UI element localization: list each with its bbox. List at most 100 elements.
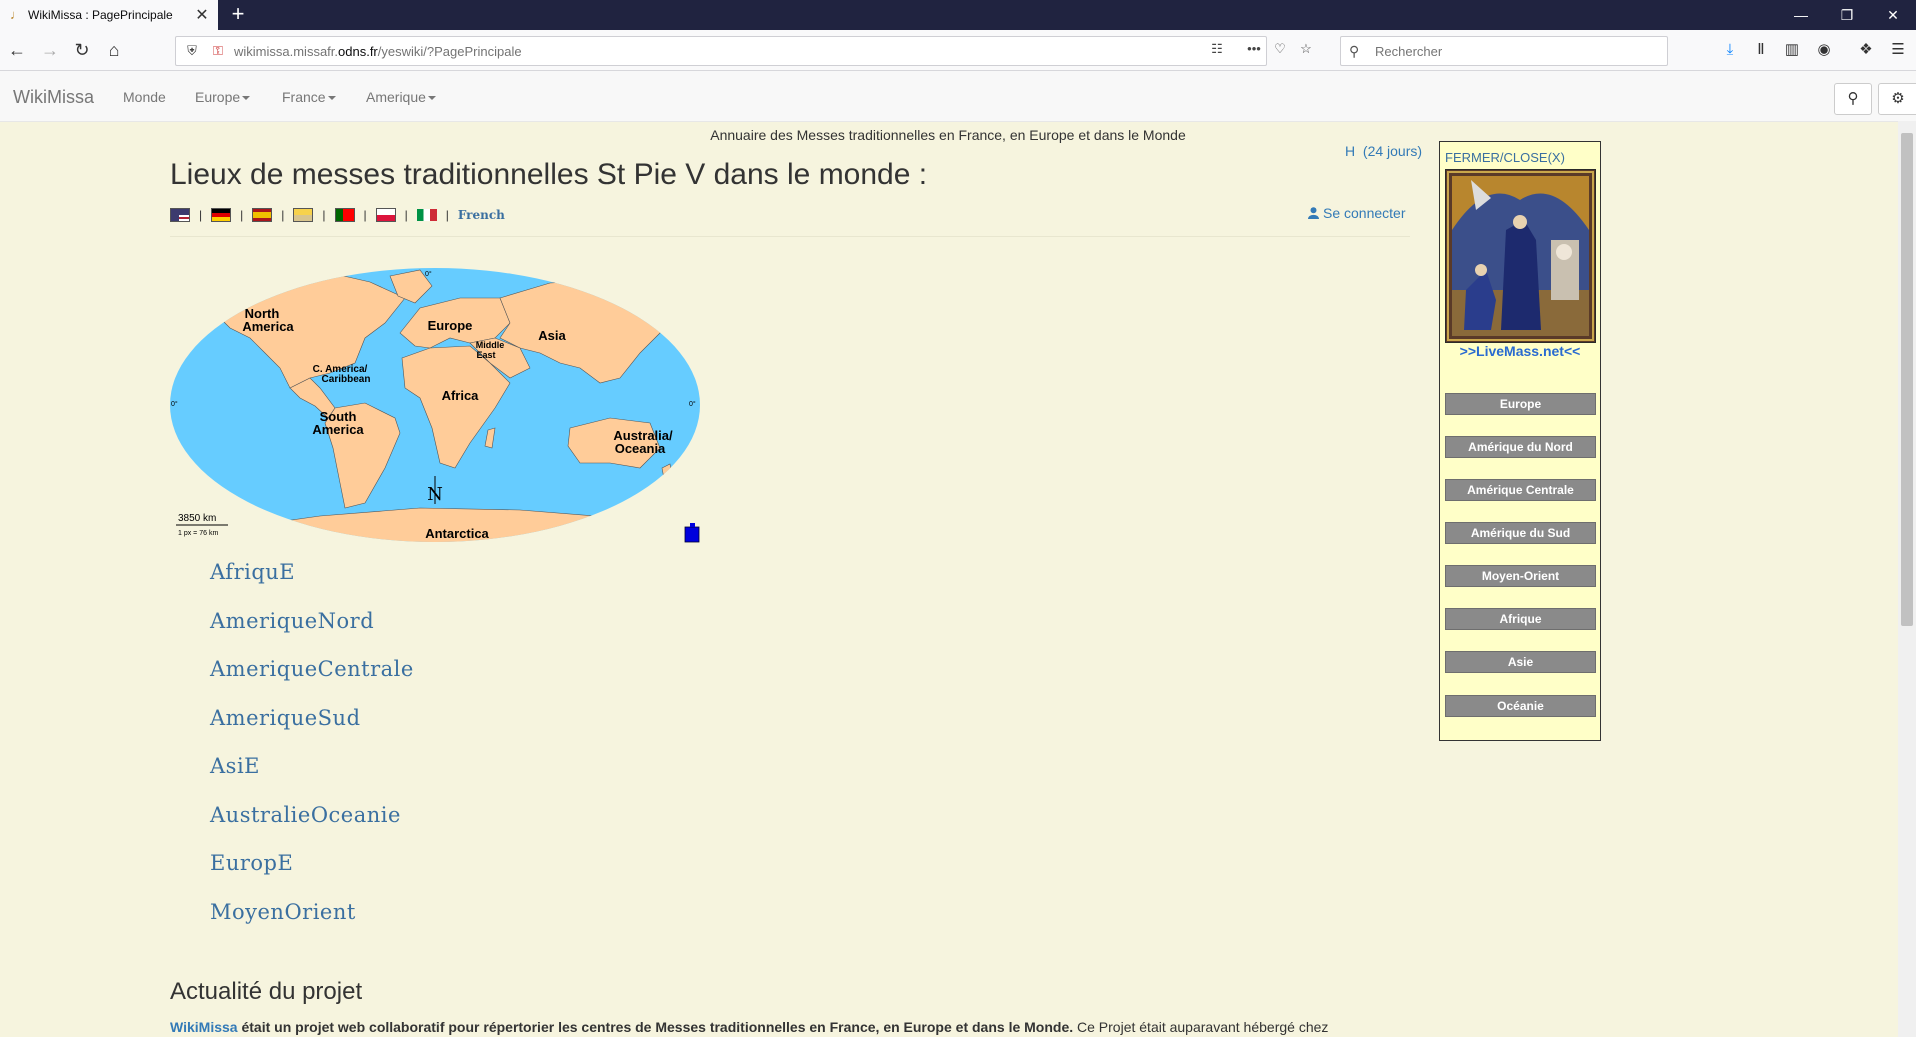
history-letter: H	[1345, 143, 1356, 159]
site-search-button[interactable]: ⚲	[1834, 83, 1872, 115]
map-label-africa: Africa	[442, 388, 480, 403]
page-actions-icon[interactable]: •••	[1243, 41, 1265, 61]
login-link[interactable]: Se connecter	[1308, 205, 1406, 221]
side-button-moyen-orient[interactable]: Moyen-Orient	[1445, 565, 1596, 587]
flag-separator: |	[199, 208, 203, 222]
library-icon[interactable]: Ⅱ	[1747, 37, 1775, 63]
downloads-icon[interactable]: ⤓	[1716, 37, 1744, 63]
menu-europe[interactable]: Europe	[195, 89, 251, 105]
menu-amerique[interactable]: Amerique	[366, 89, 436, 105]
caret-down-icon	[327, 96, 336, 101]
forward-button[interactable]: →	[36, 37, 64, 63]
scrollbar-thumb[interactable]	[1901, 133, 1913, 626]
flag-separator: |	[363, 208, 367, 222]
bookmark-star-icon[interactable]: ☆	[1295, 41, 1317, 61]
back-button[interactable]: ←	[3, 37, 31, 63]
browser-toolbar: ← → ↻ ⌂ ⛨ ⚿ wikimissa.missafr.odns.fr/ye…	[0, 30, 1916, 71]
flag-spain-icon[interactable]	[252, 208, 273, 222]
map-label-asia: Asia	[538, 328, 566, 343]
sidebar-icon[interactable]: ▥	[1778, 37, 1806, 63]
map-label-middle-east-1: Middle	[476, 340, 505, 350]
map-label-south-america-2: America	[312, 422, 364, 437]
history-days: (24 jours)	[1362, 143, 1423, 159]
map-print-icon[interactable]	[684, 523, 700, 543]
region-link-amerique-sud[interactable]: AmeriqueSud	[210, 706, 414, 755]
region-link-amerique-nord[interactable]: AmeriqueNord	[210, 609, 414, 658]
side-button-europe[interactable]: Europe	[1445, 393, 1596, 415]
caret-down-icon	[242, 96, 251, 101]
flag-poland-icon[interactable]	[375, 208, 396, 222]
site-brand[interactable]: WikiMissa	[13, 87, 94, 108]
region-link-asie[interactable]: AsiE	[210, 754, 414, 803]
extensions-icon[interactable]: ❖	[1852, 37, 1880, 63]
home-button[interactable]: ⌂	[100, 37, 128, 63]
browser-search-box[interactable]: ⚲	[1340, 36, 1668, 66]
side-button-amerique-sud[interactable]: Amérique du Sud	[1445, 522, 1596, 544]
degree-top-label: 0°	[425, 270, 432, 278]
menu-monde[interactable]: Monde	[123, 89, 166, 105]
new-tab-button[interactable]: +	[226, 3, 250, 27]
menu-monde-label: Monde	[123, 89, 166, 105]
region-link-amerique-centrale[interactable]: AmeriqueCentrale	[210, 657, 414, 706]
url-path: /yeswiki/?PagePrincipale	[377, 43, 522, 59]
site-favicon-icon: ♩	[10, 7, 23, 22]
url-text[interactable]: wikimissa.missafr.odns.fr/yeswiki/?PageP…	[234, 44, 522, 59]
region-link-europe[interactable]: EuropE	[210, 851, 414, 900]
news-paragraph-rest: Ce Projet était auparavant hébergé chez	[1073, 1019, 1329, 1035]
flag-portugal-icon[interactable]	[334, 208, 355, 222]
side-button-oceanie[interactable]: Océanie	[1445, 695, 1596, 717]
page-scrollbar[interactable]	[1898, 121, 1916, 1037]
side-button-afrique[interactable]: Afrique	[1445, 608, 1596, 630]
close-window-button[interactable]: ✕	[1870, 0, 1916, 30]
reader-view-icon[interactable]: ☷	[1206, 41, 1228, 61]
site-settings-button[interactable]: ⚙	[1878, 83, 1916, 115]
region-list: AfriquE AmeriqueNord AmeriqueCentrale Am…	[210, 560, 414, 948]
restore-window-button[interactable]: ❐	[1824, 0, 1870, 30]
flag-separator: |	[281, 208, 285, 222]
browser-tab[interactable]: ♩ WikiMissa : PagePrincipale ✕	[0, 0, 218, 30]
region-link-moyen-orient[interactable]: MoyenOrient	[210, 900, 414, 949]
address-bar[interactable]: ⛨ ⚿ wikimissa.missafr.odns.fr/yeswiki/?P…	[175, 36, 1312, 66]
map-label-europe: Europe	[428, 318, 473, 333]
pocket-icon[interactable]: ♡	[1269, 41, 1291, 61]
language-french-link[interactable]: French	[458, 208, 505, 222]
close-tab-icon[interactable]: ✕	[194, 5, 210, 25]
menu-amerique-label: Amerique	[366, 89, 426, 105]
browser-tab-strip: ♩ WikiMissa : PagePrincipale ✕ + — ❐ ✕	[0, 0, 1916, 30]
side-button-amerique-nord[interactable]: Amérique du Nord	[1445, 436, 1596, 458]
map-scale-px-label: 1 px = 76 km	[178, 530, 218, 537]
world-map[interactable]: North America Europe Asia Middle East C.…	[170, 268, 700, 543]
news-heading: Actualité du projet	[170, 978, 363, 1005]
close-panel-link[interactable]: FERMER/CLOSE(X)	[1445, 150, 1565, 165]
menu-icon[interactable]: ☰	[1884, 37, 1912, 63]
side-button-asie[interactable]: Asie	[1445, 651, 1596, 673]
browser-search-input[interactable]	[1373, 42, 1657, 60]
tab-title: WikiMissa : PagePrincipale	[28, 8, 173, 22]
wikimissa-link[interactable]: WikiMissa	[170, 1019, 238, 1035]
insecure-lock-icon[interactable]: ⚿	[208, 43, 228, 59]
flag-italy-icon[interactable]	[416, 209, 437, 221]
divider	[170, 236, 1410, 237]
minimize-window-button[interactable]: —	[1778, 0, 1824, 30]
flag-germany-icon[interactable]	[211, 208, 232, 222]
search-icon: ⚲	[1349, 42, 1360, 59]
history-link[interactable]: H (24 jours)	[1345, 143, 1422, 159]
region-link-afrique[interactable]: AfriquE	[210, 560, 414, 609]
north-arrow-icon: N	[427, 484, 443, 505]
livemass-link[interactable]: >>LiveMass.net<<	[1440, 343, 1600, 359]
flag-us-icon[interactable]	[170, 208, 190, 222]
news-paragraph: WikiMissa était un projet web collaborat…	[170, 1019, 1328, 1035]
annunciation-painting-image[interactable]	[1445, 169, 1596, 343]
flag-separator: |	[322, 208, 326, 222]
shield-icon[interactable]: ⛨	[182, 43, 202, 59]
region-link-australie-oceanie[interactable]: AustralieOceanie	[210, 803, 414, 852]
reload-button[interactable]: ↻	[68, 37, 96, 63]
map-scale-label: 3850 km	[178, 513, 216, 524]
flag-separator: |	[404, 208, 408, 222]
menu-france[interactable]: France	[282, 89, 336, 105]
map-label-antarctica: Antarctica	[425, 526, 489, 541]
side-button-amerique-centrale[interactable]: Amérique Centrale	[1445, 479, 1596, 501]
account-icon[interactable]: ◉	[1810, 37, 1838, 63]
flag-vatican-icon[interactable]	[293, 208, 314, 222]
new-zealand-region	[661, 463, 674, 485]
